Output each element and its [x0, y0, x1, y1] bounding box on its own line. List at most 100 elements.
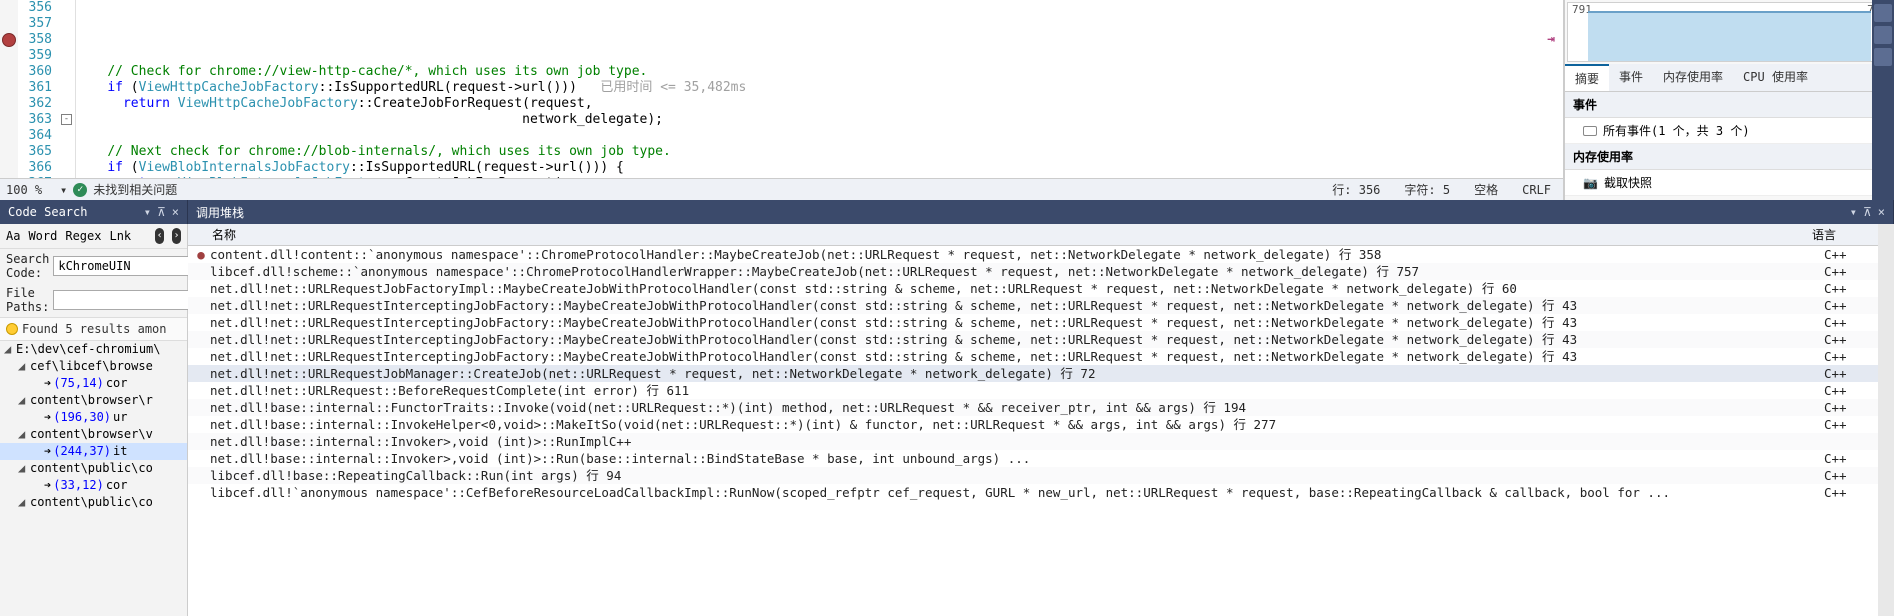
stack-frame[interactable]: net.dll!base::internal::Invoker>,void (i… [188, 433, 1878, 450]
line-number: 359 [18, 48, 52, 64]
stack-frame[interactable]: net.dll!net::URLRequestInterceptingJobFa… [188, 314, 1878, 331]
zoom-dropdown-icon[interactable]: ▾ [60, 183, 67, 197]
diag-tab[interactable]: 内存使用率 [1653, 64, 1733, 91]
stack-frame[interactable]: net.dll!net::URLRequest::BeforeRequestCo… [188, 382, 1878, 399]
right-tool-rail[interactable] [1872, 0, 1894, 200]
frame-lang: C++ [1824, 263, 1874, 280]
tree-row[interactable]: ➔ (33,12) cor [0, 477, 187, 494]
diagnostics-panel: 791 791 摘要事件内存使用率CPU 使用率 事件 所有事件(1 个，共 3… [1564, 0, 1894, 200]
close-icon[interactable]: × [172, 205, 179, 219]
pin-icon[interactable]: ⊼ [157, 205, 166, 219]
frame-name: libcef.dll!`anonymous namespace'::CefBef… [210, 484, 1824, 501]
stack-frame[interactable]: ●content.dll!content::`anonymous namespa… [188, 246, 1878, 263]
tree-row[interactable]: ◢content\public\co [0, 460, 187, 477]
diag-tab[interactable]: 摘要 [1565, 64, 1609, 91]
fold-box-icon[interactable]: - [61, 114, 72, 125]
results-summary: Found 5 results amon [0, 317, 187, 341]
code-line[interactable]: if (ViewHttpCacheJobFactory::IsSupported… [76, 80, 1563, 96]
eol-mode[interactable]: CRLF [1522, 183, 1551, 197]
zoom-level[interactable]: 100 % [0, 183, 60, 197]
diag-tabs: 摘要事件内存使用率CPU 使用率 [1565, 64, 1894, 92]
tree-row[interactable]: ◢content\public\co [0, 494, 187, 511]
col-name[interactable]: 名称 [188, 226, 1812, 243]
bulb-icon [6, 323, 18, 335]
editor-status-bar: 100 % ▾ ✓ 未找到相关问题 行: 356 字符: 5 空格 CRLF [0, 178, 1563, 200]
whitespace-mode[interactable]: 空格 [1474, 181, 1498, 198]
frame-lang: C++ [1824, 484, 1874, 501]
frame-name: net.dll!net::URLRequestJobFactoryImpl::M… [210, 280, 1824, 297]
callstack-titlebar[interactable]: 调用堆栈 ▾ ⊼ × [188, 200, 1894, 224]
line-number: 357 [18, 16, 52, 32]
item-all-events[interactable]: 所有事件(1 个，共 3 个) [1565, 118, 1894, 144]
tree-row[interactable]: ➔ (75,14) cor [0, 375, 187, 392]
memory-chart[interactable]: 791 791 [1567, 2, 1892, 62]
code-line[interactable]: // Next check for chrome://blob-internal… [76, 144, 1563, 160]
stack-frame[interactable]: net.dll!net::URLRequestJobManager::Creat… [188, 365, 1878, 382]
stack-frame[interactable]: net.dll!net::URLRequestInterceptingJobFa… [188, 297, 1878, 314]
frame-name: net.dll!base::internal::Invoker>,void (i… [210, 450, 1824, 467]
code-line[interactable]: if (ViewBlobInternalsJobFactory::IsSuppo… [76, 160, 1563, 176]
section-memory: 内存使用率 [1565, 144, 1894, 170]
stack-frame[interactable]: libcef.dll!`anonymous namespace'::CefBef… [188, 484, 1878, 501]
no-issues-label: 未找到相关问题 [93, 181, 177, 198]
line-number: 356 [18, 0, 52, 16]
events-icon [1583, 126, 1597, 136]
code-line[interactable] [76, 48, 1563, 64]
search-mode-regex[interactable]: Regex [65, 229, 101, 243]
stack-frame[interactable]: net.dll!base::internal::InvokeHelper<0,v… [188, 416, 1878, 433]
item-snapshot-label: 截取快照 [1604, 174, 1652, 191]
search-mode-lnk[interactable]: Lnk [109, 229, 131, 243]
tree-row[interactable]: ◢E:\dev\cef-chromium\ [0, 341, 187, 358]
line-number: 364 [18, 128, 52, 144]
col-lang[interactable]: 语言 [1812, 226, 1862, 243]
stack-frame[interactable]: net.dll!net::URLRequestInterceptingJobFa… [188, 331, 1878, 348]
line-number: 363 [18, 112, 52, 128]
search-mode-word[interactable]: Word [28, 229, 57, 243]
frame-lang: C++ [1824, 348, 1874, 365]
callstack-panel: 名称 语言 ●content.dll!content::`anonymous n… [188, 224, 1878, 616]
stack-frame[interactable]: libcef.dll!base::RepeatingCallback::Run(… [188, 467, 1878, 484]
stack-frame[interactable]: net.dll!net::URLRequestJobFactoryImpl::M… [188, 280, 1878, 297]
frame-lang: C++ [1824, 365, 1874, 382]
frame-marker-icon: ● [192, 246, 210, 263]
diag-tab[interactable]: CPU 使用率 [1733, 64, 1818, 91]
pin-icon[interactable]: ⊼ [1863, 205, 1872, 219]
code-search-titlebar[interactable]: Code Search ▾ ⊼ × [0, 200, 188, 224]
dropdown-icon[interactable]: ▾ [1850, 205, 1857, 219]
stack-frame[interactable]: libcef.dll!scheme::`anonymous namespace'… [188, 263, 1878, 280]
tree-row[interactable]: ➔ (196,30) ur [0, 409, 187, 426]
diag-tab[interactable]: 事件 [1609, 64, 1653, 91]
tree-row[interactable]: ➔ (244,37) it [0, 443, 187, 460]
code-line[interactable]: return ViewBlobInternalsJobFactory::Crea… [76, 176, 1563, 178]
line-number: 367 [18, 176, 52, 178]
outline-margin[interactable]: - [58, 0, 76, 178]
tree-row[interactable]: ◢content\browser\r [0, 392, 187, 409]
code-text[interactable]: ⇥ // Check for chrome://view-http-cache/… [76, 0, 1563, 178]
code-line[interactable] [76, 128, 1563, 144]
stack-frame[interactable]: net.dll!net::URLRequestInterceptingJobFa… [188, 348, 1878, 365]
frame-lang: C++ [1824, 331, 1874, 348]
frame-lang: C++ [1824, 297, 1874, 314]
nav-prev-icon[interactable]: ‹ [155, 228, 164, 244]
frame-name: libcef.dll!base::RepeatingCallback::Run(… [210, 467, 1824, 484]
stack-frame[interactable]: net.dll!base::internal::FunctorTraits::I… [188, 399, 1878, 416]
nav-next-icon[interactable]: › [172, 228, 181, 244]
stack-frame[interactable]: net.dll!base::internal::Invoker>,void (i… [188, 450, 1878, 467]
code-line[interactable]: network_delegate); [76, 112, 1563, 128]
breakpoint-margin[interactable] [0, 0, 18, 178]
item-snapshot[interactable]: 📷 截取快照 [1565, 170, 1894, 196]
frame-lang: C++ [1824, 314, 1874, 331]
code-line[interactable]: return ViewHttpCacheJobFactory::CreateJo… [76, 96, 1563, 112]
code-line[interactable]: // Check for chrome://view-http-cache/*,… [76, 64, 1563, 80]
search-mode-aa[interactable]: Aa [6, 229, 20, 243]
code-editor[interactable]: 356357358359360361362363364365366367 - ⇥… [0, 0, 1563, 178]
tree-row[interactable]: ◢cef\libcef\browse [0, 358, 187, 375]
close-icon[interactable]: × [1878, 205, 1885, 219]
results-tree[interactable]: ◢E:\dev\cef-chromium\◢cef\libcef\browse➔… [0, 341, 187, 616]
tree-row[interactable]: ◢content\browser\v [0, 426, 187, 443]
vertical-scrollbar[interactable] [1878, 224, 1894, 616]
breakpoint-icon[interactable] [2, 33, 16, 47]
frame-lang: C++ [609, 434, 632, 449]
dropdown-icon[interactable]: ▾ [144, 205, 151, 219]
callstack-rows[interactable]: ●content.dll!content::`anonymous namespa… [188, 246, 1878, 616]
